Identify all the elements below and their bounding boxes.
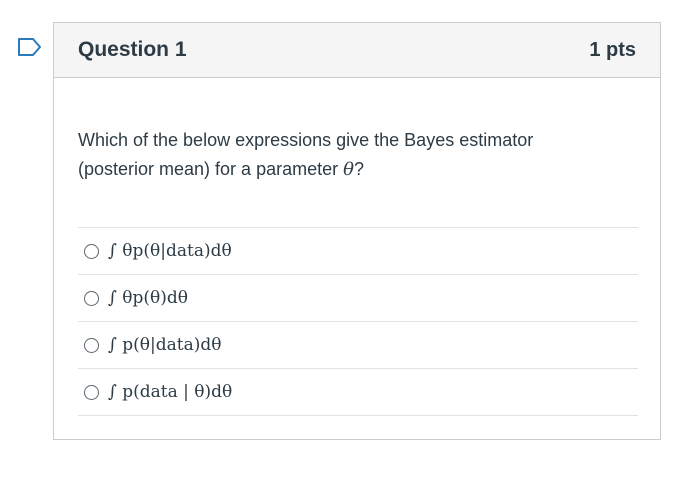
answer-label: ∫ p(θ|data)dθ	[108, 335, 222, 355]
answer-option-2[interactable]: ∫ θp(θ)dθ	[78, 275, 638, 322]
radio-unchecked-icon[interactable]	[84, 243, 99, 259]
question-points: 1 pts	[589, 38, 636, 61]
answer-label: ∫ p(data | θ)dθ	[108, 382, 233, 402]
question-title: Question 1	[78, 38, 187, 61]
radio-unchecked-icon[interactable]	[84, 337, 99, 353]
radio-unchecked-icon[interactable]	[84, 384, 99, 400]
answer-label: ∫ θp(θ|data)dθ	[108, 241, 232, 261]
question-text-theta: θ	[343, 159, 354, 180]
flag-question-icon[interactable]	[17, 37, 43, 57]
answer-list: ∫ θp(θ|data)dθ ∫ θp(θ)dθ ∫ p(θ|data)dθ ∫…	[78, 227, 638, 416]
question-text: Which of the below expressions give the …	[78, 126, 598, 184]
question-card: Question 1 1 pts Which of the below expr…	[53, 22, 661, 440]
answer-option-4[interactable]: ∫ p(data | θ)dθ	[78, 369, 638, 416]
answer-option-3[interactable]: ∫ p(θ|data)dθ	[78, 322, 638, 369]
question-header: Question 1 1 pts	[54, 23, 660, 78]
answer-label: ∫ θp(θ)dθ	[108, 288, 188, 308]
radio-unchecked-icon[interactable]	[84, 290, 99, 306]
question-text-end: ?	[353, 159, 364, 179]
answer-option-1[interactable]: ∫ θp(θ|data)dθ	[78, 228, 638, 275]
question-text-main: Which of the below expressions give the …	[78, 130, 534, 179]
